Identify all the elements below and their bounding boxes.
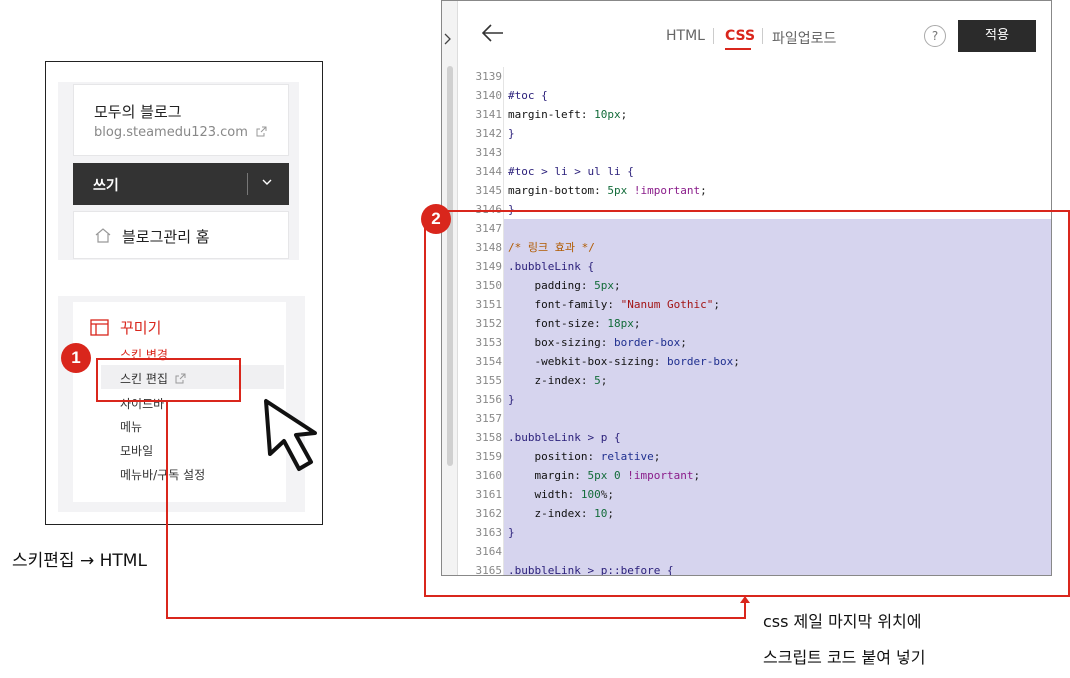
tab-css[interactable]: CSS <box>725 28 755 44</box>
code-line[interactable]: 3145 margin-bottom: 5px !important; <box>448 181 1038 200</box>
line-number: 3143 <box>475 146 503 159</box>
line-number: 3145 <box>475 184 503 197</box>
chevron-right-icon[interactable] <box>443 30 453 49</box>
right-caption-line2: 스크립트 코드 붙여 넣기 <box>763 648 926 667</box>
line-source: margin-left: 10px; <box>508 108 628 121</box>
tab-divider <box>762 28 763 44</box>
tab-css-underline <box>725 48 751 50</box>
line-number: 3141 <box>475 108 503 121</box>
editor-toolbar: HTML CSS 파일업로드 ? 적용 <box>458 1 1051 68</box>
tab-file-upload[interactable]: 파일업로드 <box>772 28 836 48</box>
code-line[interactable]: 3139 <box>448 67 1038 86</box>
step-2-badge: 2 <box>421 204 451 234</box>
code-line[interactable]: 3143 <box>448 143 1038 162</box>
line-number: 3140 <box>475 89 503 102</box>
line-source: #toc { <box>508 89 548 102</box>
line-source: #toc > li > ul li { <box>508 165 634 178</box>
tab-divider <box>713 28 714 44</box>
code-line[interactable]: 3144 #toc > li > ul li { <box>448 162 1038 181</box>
tab-html[interactable]: HTML <box>666 28 705 44</box>
apply-button[interactable]: 적용 <box>958 20 1036 52</box>
line-number: 3144 <box>475 165 503 178</box>
back-arrow-icon[interactable] <box>481 23 504 47</box>
help-icon[interactable]: ? <box>924 25 946 47</box>
line-source: } <box>508 127 515 140</box>
line-source: margin-bottom: 5px !important; <box>508 184 707 197</box>
code-line[interactable]: 3142} <box>448 124 1038 143</box>
code-insert-annotation-box <box>424 210 1070 597</box>
line-number: 3142 <box>475 127 503 140</box>
right-caption-line1: css 제일 마지막 위치에 <box>763 612 922 631</box>
code-line[interactable]: 3141 margin-left: 10px; <box>448 105 1038 124</box>
line-number: 3139 <box>475 70 503 83</box>
code-line[interactable]: 3140 #toc { <box>448 86 1038 105</box>
